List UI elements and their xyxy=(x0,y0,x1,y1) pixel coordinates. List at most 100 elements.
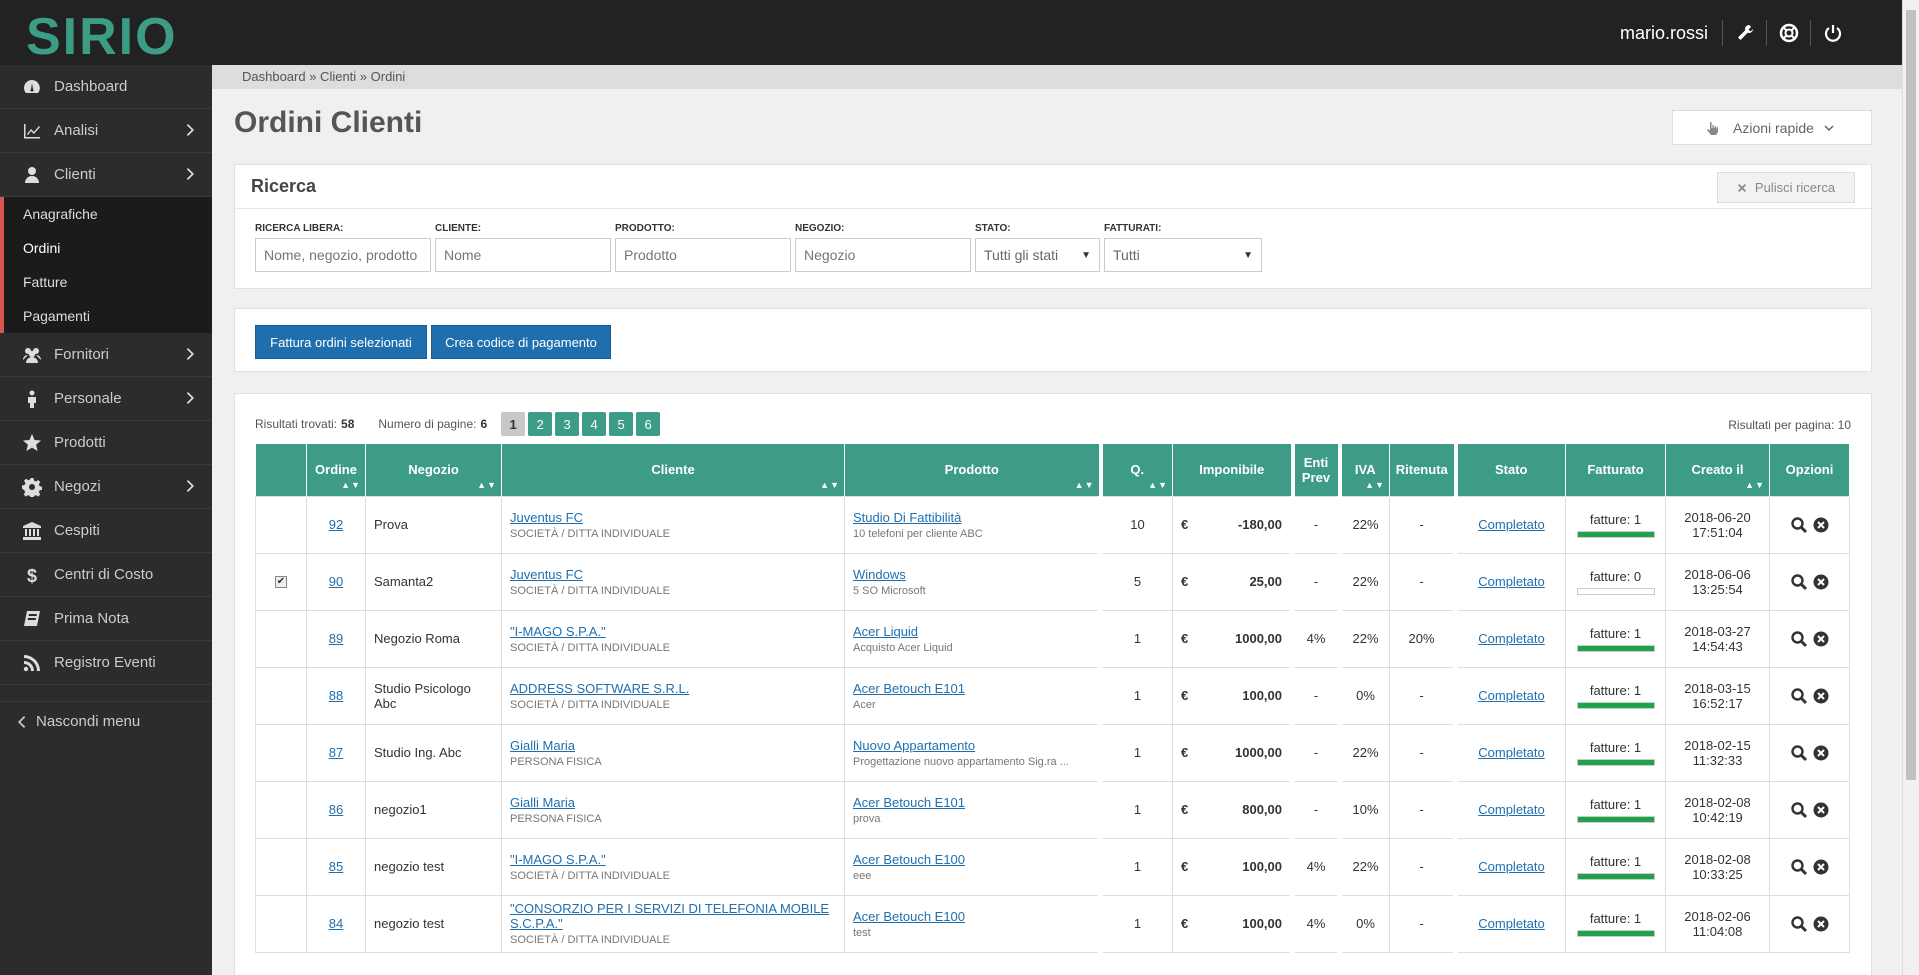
product-link[interactable]: Acer Liquid xyxy=(853,624,918,639)
lifebuoy-icon[interactable] xyxy=(1767,19,1811,46)
sort-icon[interactable]: ▲▼ xyxy=(1075,478,1095,493)
client-link[interactable]: Juventus FC xyxy=(510,567,583,582)
sort-icon[interactable]: ▲▼ xyxy=(1365,478,1385,493)
sidebar-subitem-ordini[interactable]: Ordini xyxy=(4,231,212,265)
wrench-icon[interactable] xyxy=(1723,19,1767,46)
delete-circle-icon[interactable] xyxy=(1812,687,1830,705)
status-link[interactable]: Completato xyxy=(1478,859,1544,874)
client-link[interactable]: "I-MAGO S.P.A." xyxy=(510,624,606,639)
product-link[interactable]: Acer Betouch E100 xyxy=(853,852,965,867)
client-link[interactable]: "CONSORZIO PER I SERVIZI DI TELEFONIA MO… xyxy=(510,901,829,931)
order-link[interactable]: 90 xyxy=(329,574,343,589)
sort-icon[interactable]: ▲▼ xyxy=(477,478,497,493)
sort-icon[interactable]: ▲▼ xyxy=(820,478,840,493)
sidebar-subitem-fatture[interactable]: Fatture xyxy=(4,265,212,299)
delete-circle-icon[interactable] xyxy=(1812,744,1830,762)
sort-icon[interactable]: ▲▼ xyxy=(1148,478,1168,493)
sort-icon[interactable]: ▲▼ xyxy=(1745,478,1765,493)
page-button[interactable]: 4 xyxy=(582,412,607,436)
status-link[interactable]: Completato xyxy=(1478,916,1544,931)
sidebar-item-personale[interactable]: Personale xyxy=(0,377,212,421)
client-input[interactable] xyxy=(435,238,611,272)
page-button[interactable]: 6 xyxy=(636,412,661,436)
search-icon[interactable] xyxy=(1790,915,1808,933)
sidebar-subitem-pagamenti[interactable]: Pagamenti xyxy=(4,299,212,333)
order-link[interactable]: 87 xyxy=(329,745,343,760)
order-link[interactable]: 85 xyxy=(329,859,343,874)
sidebar-item-dashboard[interactable]: Dashboard xyxy=(0,65,212,109)
delete-circle-icon[interactable] xyxy=(1812,858,1830,876)
column-header-ordine[interactable]: Ordine ▲▼ xyxy=(306,444,366,496)
delete-circle-icon[interactable] xyxy=(1812,915,1830,933)
order-link[interactable]: 92 xyxy=(329,517,343,532)
order-link[interactable]: 89 xyxy=(329,631,343,646)
clear-search-button[interactable]: Pulisci ricerca xyxy=(1717,172,1855,203)
quick-actions-button[interactable]: Azioni rapide xyxy=(1672,110,1872,145)
column-header-cliente[interactable]: Cliente ▲▼ xyxy=(501,444,845,496)
column-header-q[interactable]: Q. ▲▼ xyxy=(1098,444,1173,496)
column-header-negozio[interactable]: Negozio ▲▼ xyxy=(365,444,502,496)
product-link[interactable]: Acer Betouch E101 xyxy=(853,681,965,696)
client-link[interactable]: ADDRESS SOFTWARE S.R.L. xyxy=(510,681,689,696)
free-search-input[interactable] xyxy=(255,238,431,272)
product-link[interactable]: Windows xyxy=(853,567,906,582)
sidebar-item-fornitori[interactable]: Fornitori xyxy=(0,333,212,377)
status-link[interactable]: Completato xyxy=(1478,574,1544,589)
status-link[interactable]: Completato xyxy=(1478,631,1544,646)
client-link[interactable]: "I-MAGO S.P.A." xyxy=(510,852,606,867)
sidebar-item-prima-nota[interactable]: Prima Nota xyxy=(0,597,212,641)
delete-circle-icon[interactable] xyxy=(1812,630,1830,648)
product-input[interactable] xyxy=(615,238,791,272)
delete-circle-icon[interactable] xyxy=(1812,801,1830,819)
create-payment-code-button[interactable]: Crea codice di pagamento xyxy=(431,325,611,359)
results-per-page[interactable]: Risultati per pagina: 10 xyxy=(1728,418,1851,432)
status-select[interactable]: Tutti gli stati ▼ xyxy=(975,238,1100,272)
page-button[interactable]: 1 xyxy=(501,412,526,436)
order-link[interactable]: 84 xyxy=(329,916,343,931)
sidebar-item-negozi[interactable]: Negozi xyxy=(0,465,212,509)
column-header-iva[interactable]: IVA ▲▼ xyxy=(1337,444,1390,496)
order-link[interactable]: 86 xyxy=(329,802,343,817)
status-link[interactable]: Completato xyxy=(1478,517,1544,532)
billed-select[interactable]: Tutti ▼ xyxy=(1104,238,1262,272)
product-link[interactable]: Nuovo Appartamento xyxy=(853,738,975,753)
delete-circle-icon[interactable] xyxy=(1812,573,1830,591)
status-link[interactable]: Completato xyxy=(1478,745,1544,760)
user-name[interactable]: mario.rossi xyxy=(1620,19,1723,46)
page-button[interactable]: 2 xyxy=(528,412,553,436)
client-link[interactable]: Juventus FC xyxy=(510,510,583,525)
product-link[interactable]: Studio Di Fattibilità xyxy=(853,510,961,525)
delete-circle-icon[interactable] xyxy=(1812,516,1830,534)
search-icon[interactable] xyxy=(1790,801,1808,819)
status-link[interactable]: Completato xyxy=(1478,802,1544,817)
sirio-logo[interactable]: SIRIO xyxy=(26,6,196,62)
page-scrollbar[interactable] xyxy=(1902,0,1919,975)
page-button[interactable]: 5 xyxy=(609,412,634,436)
power-icon[interactable] xyxy=(1811,20,1855,46)
status-link[interactable]: Completato xyxy=(1478,688,1544,703)
search-icon[interactable] xyxy=(1790,573,1808,591)
row-checkbox[interactable]: ✔ xyxy=(275,575,287,588)
client-link[interactable]: Gialli Maria xyxy=(510,738,575,753)
column-header-prodotto[interactable]: Prodotto ▲▼ xyxy=(844,444,1101,496)
search-icon[interactable] xyxy=(1790,744,1808,762)
search-icon[interactable] xyxy=(1790,630,1808,648)
search-icon[interactable] xyxy=(1790,516,1808,534)
sidebar-item-registro-eventi[interactable]: Registro Eventi xyxy=(0,641,212,685)
product-link[interactable]: Acer Betouch E100 xyxy=(853,909,965,924)
sidebar-item-analisi[interactable]: Analisi xyxy=(0,109,212,153)
column-header-creato-il[interactable]: Creato il ▲▼ xyxy=(1665,444,1770,496)
invoice-selected-button[interactable]: Fattura ordini selezionati xyxy=(255,325,427,359)
sidebar-subitem-anagrafiche[interactable]: Anagrafiche xyxy=(4,197,212,231)
sort-icon[interactable]: ▲▼ xyxy=(341,478,361,493)
sidebar-item-cespiti[interactable]: Cespiti xyxy=(0,509,212,553)
shop-input[interactable] xyxy=(795,238,971,272)
sidebar-item-prodotti[interactable]: Prodotti xyxy=(0,421,212,465)
scrollbar-thumb[interactable] xyxy=(1906,10,1916,780)
hide-menu-button[interactable]: Nascondi menu xyxy=(0,701,212,741)
product-link[interactable]: Acer Betouch E101 xyxy=(853,795,965,810)
search-icon[interactable] xyxy=(1790,687,1808,705)
breadcrumb[interactable]: Dashboard » Clienti » Ordini xyxy=(212,65,1902,89)
client-link[interactable]: Gialli Maria xyxy=(510,795,575,810)
page-button[interactable]: 3 xyxy=(555,412,580,436)
